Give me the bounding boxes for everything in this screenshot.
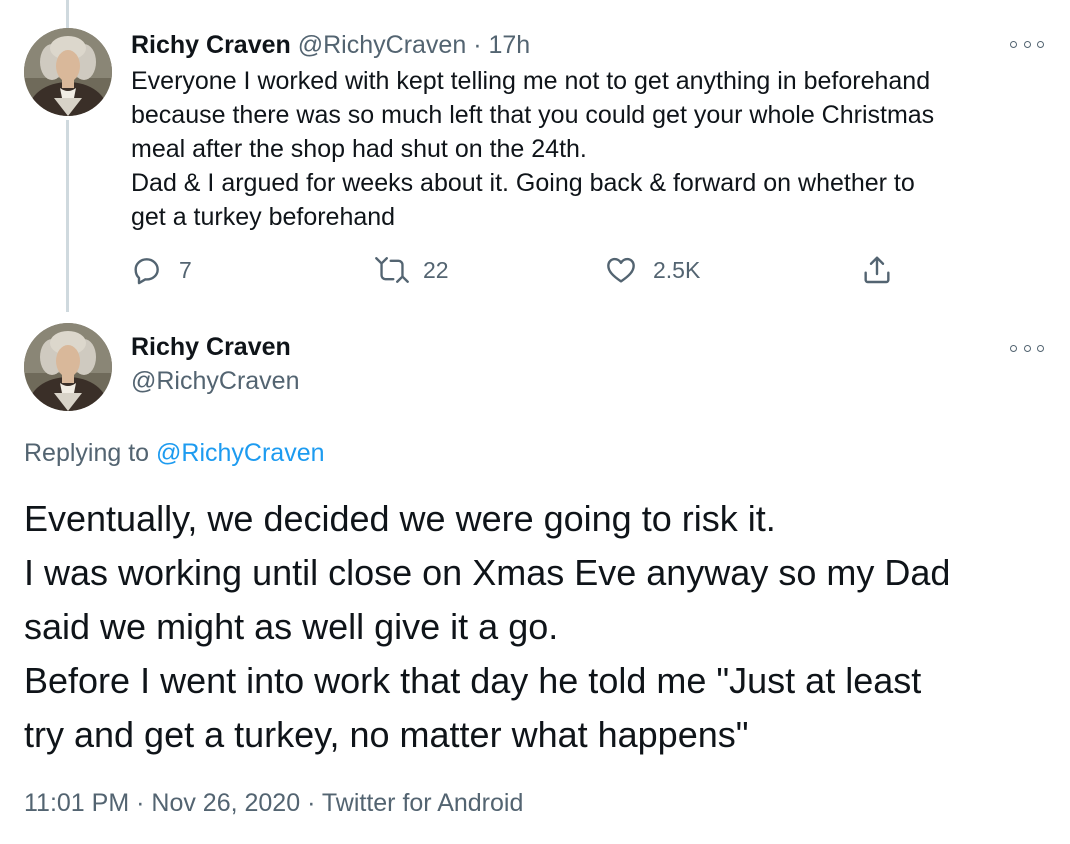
retweet-icon bbox=[375, 254, 409, 286]
tweet-time[interactable]: 17h bbox=[488, 31, 530, 59]
replying-to-handle-link[interactable]: @RichyCraven bbox=[156, 439, 324, 467]
tweet-time-link[interactable]: 11:01 PM bbox=[24, 789, 129, 817]
like-count: 2.5K bbox=[653, 256, 701, 283]
author-handle[interactable]: @RichyCraven bbox=[298, 31, 466, 59]
retweet-button[interactable]: 22 bbox=[375, 250, 449, 290]
tweet-text-line: try and get a turkey, no matter what hap… bbox=[24, 714, 749, 755]
share-button[interactable] bbox=[861, 250, 893, 290]
meta-separator: · bbox=[136, 789, 145, 817]
reply-tweet-header: Richy Craven @RichyCraven · 17h bbox=[131, 28, 530, 62]
tweet-text-line: Before I went into work that day he told… bbox=[24, 660, 922, 701]
author-handle[interactable]: @RichyCraven bbox=[131, 364, 299, 398]
author-name[interactable]: Richy Craven bbox=[131, 330, 291, 364]
tweet-text-line: said we might as well give it a go. bbox=[24, 606, 559, 647]
header-separator: · bbox=[473, 31, 482, 59]
more-icon[interactable] bbox=[1010, 341, 1044, 355]
author-name[interactable]: Richy Craven bbox=[131, 31, 291, 59]
tweet-text-line: Everyone I worked with kept telling me n… bbox=[131, 67, 931, 95]
tweet-text-line: meal after the shop had shut on the 24th… bbox=[131, 135, 587, 163]
reply-count: 7 bbox=[179, 256, 192, 283]
replying-to: Replying to @RichyCraven bbox=[24, 436, 325, 470]
avatar[interactable] bbox=[24, 28, 112, 116]
like-button[interactable]: 2.5K bbox=[605, 250, 700, 290]
tweet-text-line: because there was so much left that you … bbox=[131, 101, 935, 129]
reply-icon bbox=[131, 254, 163, 286]
thread-connector bbox=[66, 120, 69, 312]
tweet-text: Everyone I worked with kept telling me n… bbox=[131, 64, 1051, 234]
tweet-metadata: 11:01 PM · Nov 26, 2020 · Twitter for An… bbox=[24, 786, 523, 820]
share-icon bbox=[861, 254, 893, 286]
tweet-date-link[interactable]: Nov 26, 2020 bbox=[151, 789, 300, 817]
tweet-source-link[interactable]: Twitter for Android bbox=[322, 789, 523, 817]
more-icon[interactable] bbox=[1010, 37, 1044, 51]
tweet-text: Eventually, we decided we were going to … bbox=[24, 492, 1054, 762]
meta-separator: · bbox=[307, 789, 316, 817]
retweet-count: 22 bbox=[423, 256, 449, 283]
avatar[interactable] bbox=[24, 323, 112, 411]
tweet-text-line: get a turkey beforehand bbox=[131, 203, 396, 231]
tweet-text-line: I was working until close on Xmas Eve an… bbox=[24, 552, 951, 593]
reply-button[interactable]: 7 bbox=[131, 250, 192, 290]
tweet-text-line: Dad & I argued for weeks about it. Going… bbox=[131, 169, 915, 197]
replying-to-label: Replying to bbox=[24, 439, 150, 467]
tweet-text-line: Eventually, we decided we were going to … bbox=[24, 498, 776, 539]
thread-connector-top bbox=[66, 0, 69, 28]
heart-icon bbox=[605, 254, 637, 286]
